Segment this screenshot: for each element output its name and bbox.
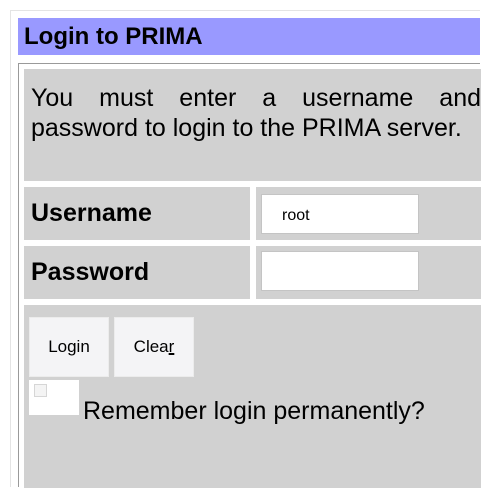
password-label: Password — [24, 246, 250, 299]
login-button[interactable]: Login — [29, 317, 109, 377]
login-panel: You must enter a username and password t… — [18, 63, 481, 488]
clear-label: Clea — [133, 337, 169, 356]
login-frame: Login to PRIMA You must enter a username… — [10, 10, 481, 488]
password-input[interactable] — [261, 251, 419, 291]
clear-button[interactable]: Clear — [114, 317, 194, 377]
actions-cell: Login Clear Remember login permanently? — [24, 305, 481, 488]
username-label: Username — [24, 187, 250, 240]
username-cell — [256, 187, 481, 240]
clear-accesskey-letter: r — [168, 337, 175, 356]
remember-label: Remember login permanently? — [83, 397, 425, 425]
username-input[interactable] — [261, 194, 419, 234]
page-title: Login to PRIMA — [18, 18, 480, 55]
intro-text: You must enter a username and password t… — [24, 69, 481, 181]
password-cell — [256, 246, 481, 299]
